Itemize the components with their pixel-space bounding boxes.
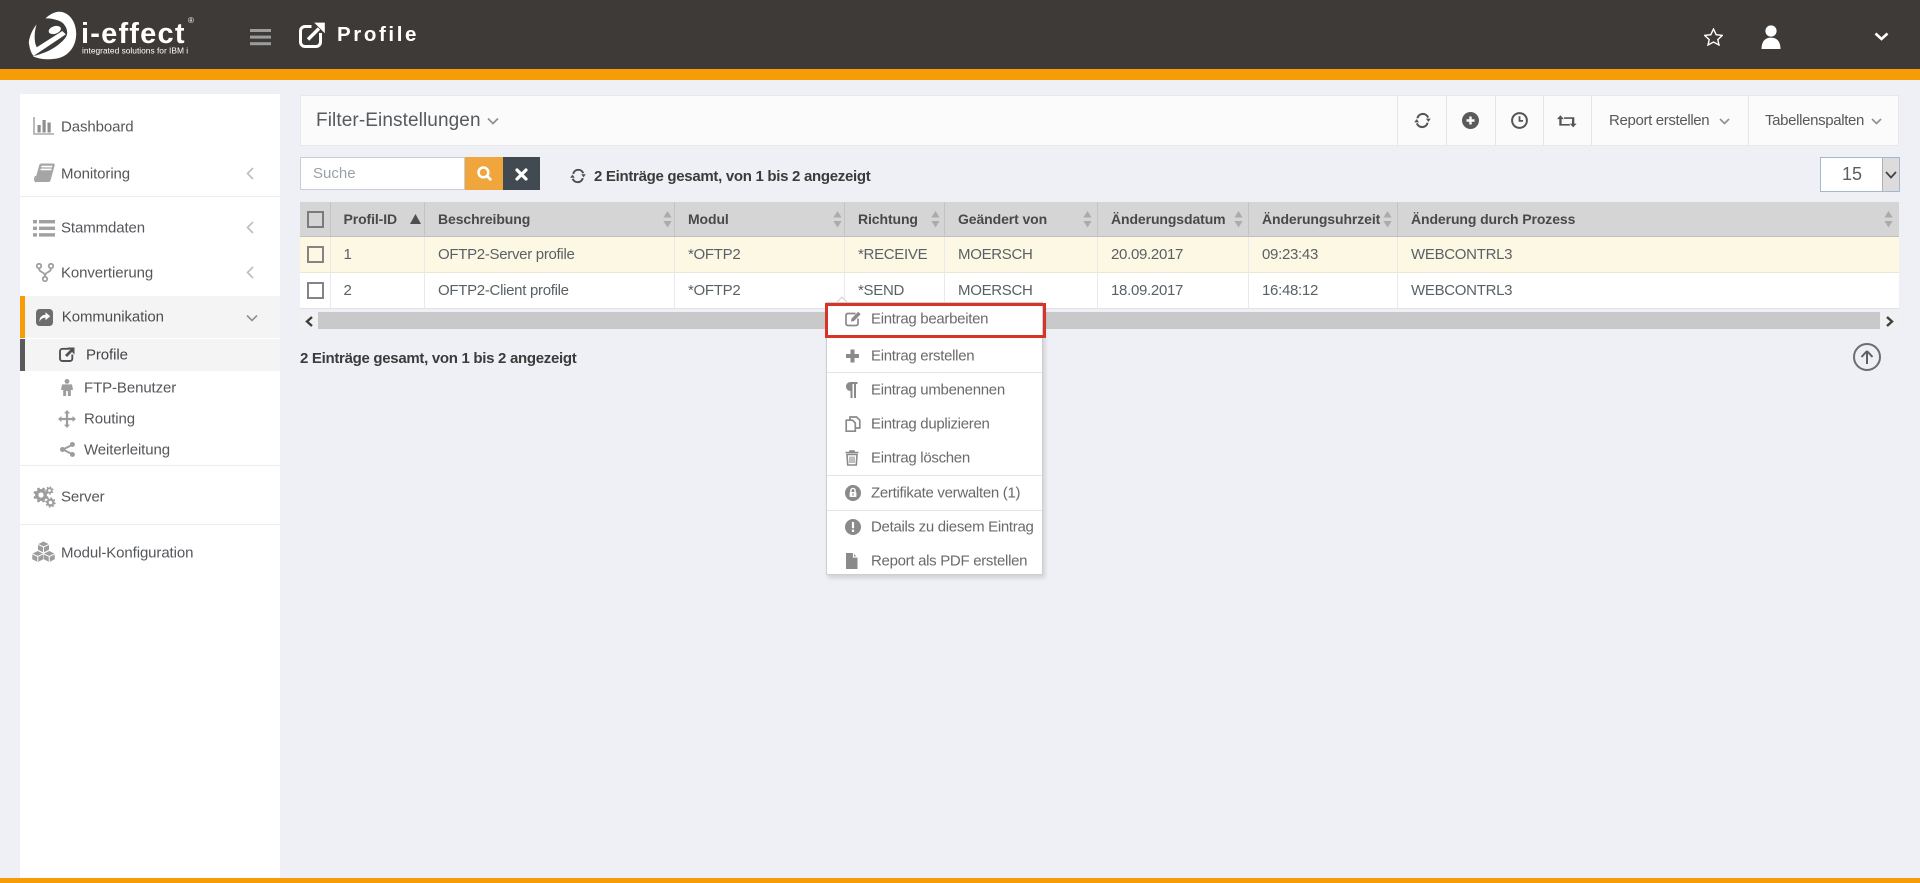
svg-text:integrated solutions for IBM i: integrated solutions for IBM i (82, 46, 188, 56)
svg-text:®: ® (188, 16, 194, 25)
